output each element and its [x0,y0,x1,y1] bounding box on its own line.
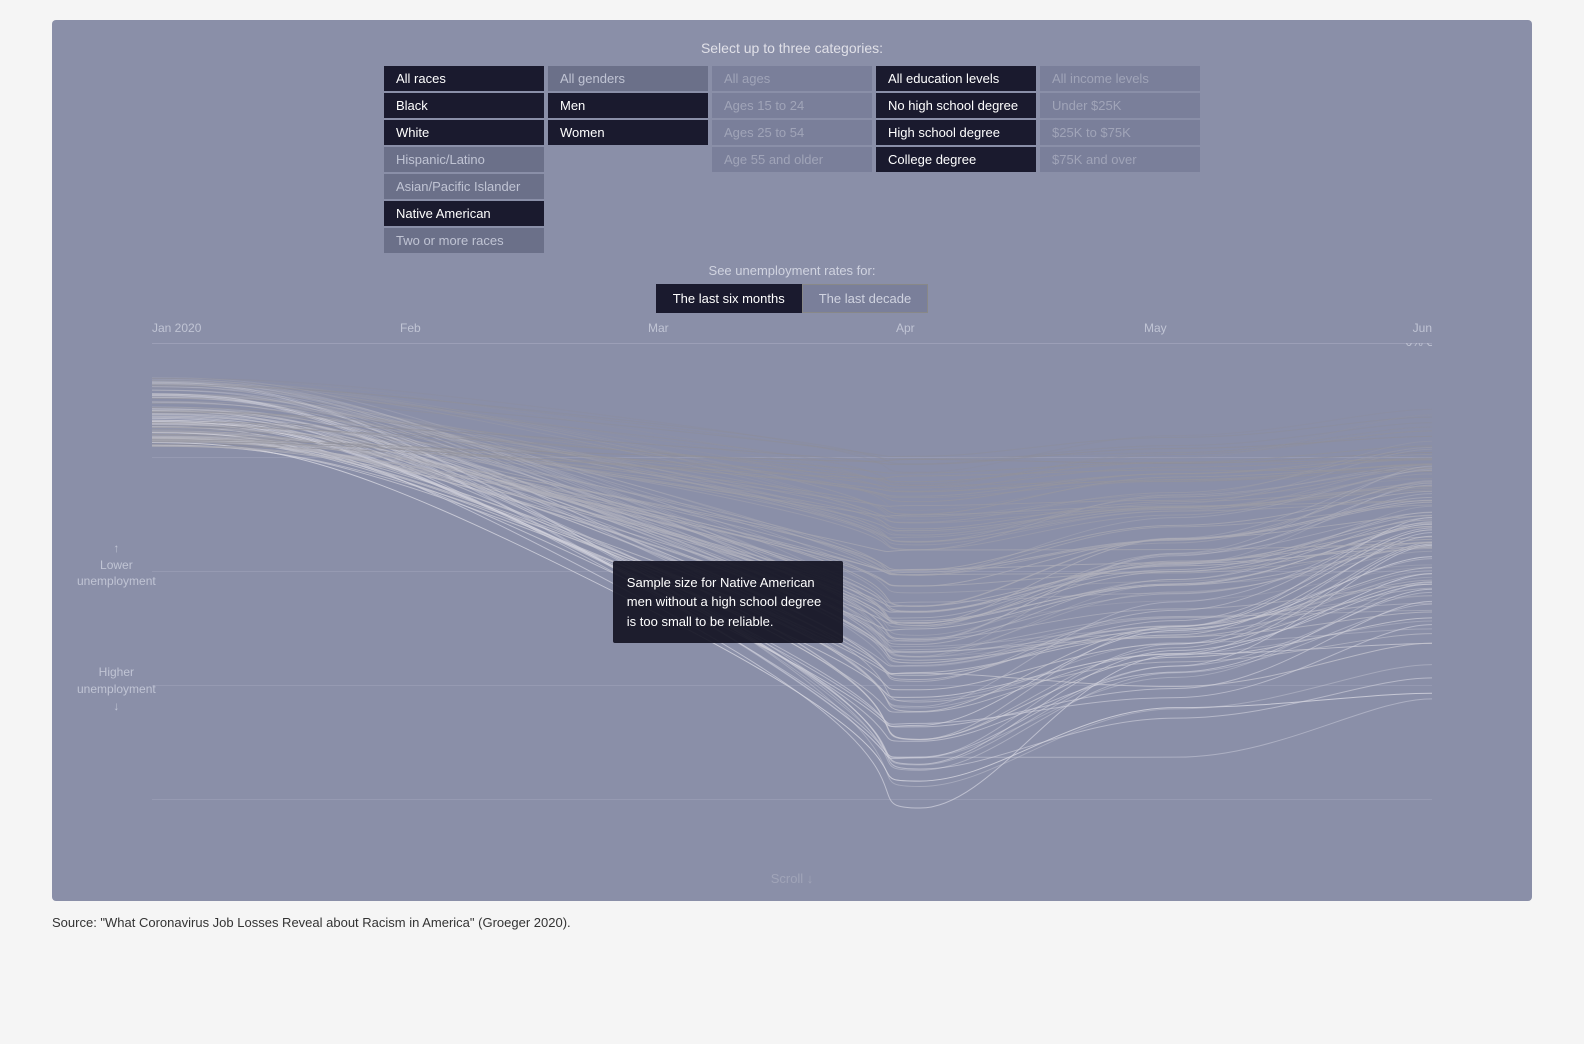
x-label-mar: Mar [648,321,896,341]
source-text: Source: "What Coronavirus Job Losses Rev… [52,915,1532,930]
btn-last-six-months[interactable]: The last six months [656,284,802,313]
filter-white[interactable]: White [384,120,544,145]
filter-all-ages[interactable]: All ages [712,66,872,91]
btn-last-decade[interactable]: The last decade [802,284,929,313]
race-filter-column: All races Black White Hispanic/Latino As… [384,66,544,253]
filter-two-races[interactable]: Two or more races [384,228,544,253]
income-filter-column: All income levels Under $25K $25K to $75… [1040,66,1200,253]
lower-unemployment-label: ↑ Lower unemployment [77,540,156,590]
filter-all-income[interactable]: All income levels [1040,66,1200,91]
filter-25k-75k[interactable]: $25K to $75K [1040,120,1200,145]
filter-75k-plus[interactable]: $75K and over [1040,147,1200,172]
filter-under-25k[interactable]: Under $25K [1040,93,1200,118]
higher-unemployment-label: Higher unemployment ↓ [77,664,156,714]
x-label-apr: Apr [896,321,1144,341]
x-label-may: May [1144,321,1392,341]
filter-all-education[interactable]: All education levels [876,66,1036,91]
filter-all-races[interactable]: All races [384,66,544,91]
filter-grid: All races Black White Hispanic/Latino As… [72,66,1512,253]
tooltip: Sample size for Native American men with… [613,561,843,644]
filter-age-55-plus[interactable]: Age 55 and older [712,147,872,172]
education-filter-column: All education levels No high school degr… [876,66,1036,253]
filter-men[interactable]: Men [548,93,708,118]
filter-women[interactable]: Women [548,120,708,145]
select-label: Select up to three categories: [72,40,1512,56]
filter-hs-degree[interactable]: High school degree [876,120,1036,145]
filter-ages-15-24[interactable]: Ages 15 to 24 [712,93,872,118]
gender-filter-column: All genders Men Women [548,66,708,253]
left-axis-labels: ↑ Lower unemployment Higher unemployment… [72,343,152,861]
filter-hispanic[interactable]: Hispanic/Latino [384,147,544,172]
filter-asian[interactable]: Asian/Pacific Islander [384,174,544,199]
filter-native-american[interactable]: Native American [384,201,544,226]
age-filter-column: All ages Ages 15 to 24 Ages 25 to 54 Age… [712,66,872,253]
x-axis: Jan 2020 Feb Mar Apr May Jun [152,321,1432,341]
chart-area: Jan 2020 Feb Mar Apr May Jun ↑ Lower une… [72,321,1512,891]
scroll-label: Scroll ↓ [771,871,814,886]
filter-no-hs-degree[interactable]: No high school degree [876,93,1036,118]
time-section: See unemployment rates for: The last six… [72,263,1512,313]
x-label-jun: Jun [1392,321,1432,341]
x-label-jan: Jan 2020 [152,321,400,341]
filter-college-degree[interactable]: College degree [876,147,1036,172]
main-visualization: Select up to three categories: All races… [52,20,1532,901]
time-buttons: The last six months The last decade [72,284,1512,313]
x-label-feb: Feb [400,321,648,341]
time-label: See unemployment rates for: [72,263,1512,278]
filter-ages-25-54[interactable]: Ages 25 to 54 [712,120,872,145]
filter-black[interactable]: Black [384,93,544,118]
filter-all-genders[interactable]: All genders [548,66,708,91]
chart-inner: 0% Unemployment 10% 10% 20% 20% 30% 30% … [152,343,1432,861]
